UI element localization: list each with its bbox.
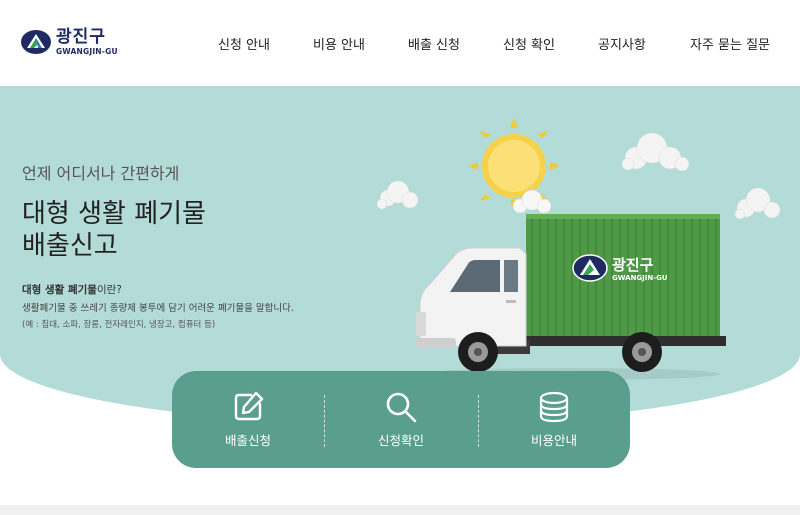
truck-logo-english: GWANGJIN-GU [612, 274, 668, 282]
quick-disposal-request-label: 배출신청 [224, 433, 271, 448]
nav-item-faq[interactable]: 자주 묻는 질문 [690, 34, 770, 53]
quick-request-check-label: 신청확인 [377, 433, 424, 448]
quick-fee-guide-label: 비용안내 [530, 433, 577, 448]
hero-description-title-bold: 대형 생활 폐기물 [22, 284, 97, 296]
truck-logo-korean: 광진구 [612, 256, 654, 274]
sun-icon [468, 118, 560, 210]
nav-item-request-check[interactable]: 신청 확인 [503, 34, 555, 53]
cloud-icon [734, 187, 781, 220]
hero-title-line2: 배출신고 [22, 231, 118, 261]
footer-strip [0, 505, 800, 515]
quick-fee-guide-button[interactable]: 비용안내 [478, 371, 630, 468]
hero-title: 대형 생활 폐기물 배출신고 [22, 198, 206, 262]
hero-description-title: 대형 생활 폐기물이란? [22, 282, 122, 297]
nav-item-fee-guide[interactable]: 비용 안내 [313, 34, 365, 53]
wheel-icon [458, 332, 498, 372]
hero-description-title-rest: 이란? [96, 284, 122, 296]
nav-item-disposal-request[interactable]: 배출 신청 [408, 34, 460, 53]
cloud-icon [621, 132, 690, 172]
quick-menu: 배출신청 신청확인 비용안내 [172, 371, 630, 468]
nav-item-notices[interactable]: 공지사항 [598, 34, 646, 53]
hero-description: 생활폐기물 중 쓰레기 종량제 봉투에 담기 어려운 폐기물을 말합니다. [22, 303, 294, 314]
hero-examples-note: (예 : 침대, 소파, 장롱, 전자레인지, 냉장고, 컴퓨터 등) [22, 320, 216, 330]
wheel-icon [622, 332, 662, 372]
site-header: 광진구 GWANGJIN-GU 신청 안내 비용 안내 배출 신청 신청 확인 … [0, 0, 800, 86]
truck-logo-icon [572, 254, 608, 282]
main-nav: 신청 안내 비용 안내 배출 신청 신청 확인 공지사항 자주 묻는 질문 [0, 34, 800, 54]
cloud-icon [376, 180, 419, 210]
coins-icon [539, 391, 569, 423]
search-icon [386, 392, 417, 423]
hero-subtitle: 언제 어디서나 간편하게 [22, 164, 180, 183]
truck-illustration: 광진구 GWANGJIN-GU [376, 118, 781, 380]
quick-request-check-button[interactable]: 신청확인 [325, 371, 477, 468]
edit-icon [234, 391, 264, 421]
quick-disposal-request-button[interactable]: 배출신청 [172, 371, 324, 468]
hero-title-line1: 대형 생활 폐기물 [22, 199, 206, 229]
nav-item-application-guide[interactable]: 신청 안내 [218, 34, 270, 53]
